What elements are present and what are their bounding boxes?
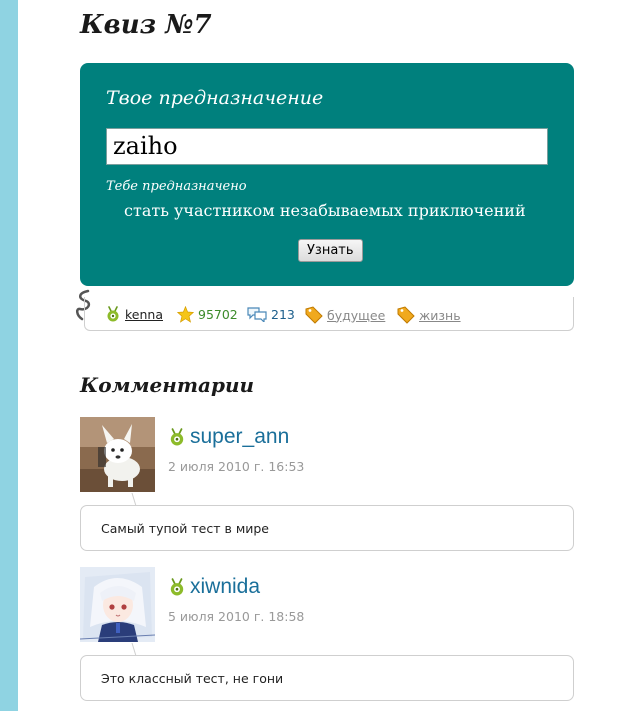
comment-author-name[interactable]: super_ann xyxy=(190,425,289,449)
quiz-question: Твое предназначение xyxy=(106,87,324,109)
quiz-meta-bar: kenna 95702 213 будущее жизнь xyxy=(84,297,574,331)
avatar-image xyxy=(80,417,155,492)
quiz-panel: Твое предназначение zaiho Тебе предназна… xyxy=(80,63,574,286)
comments-count-value[interactable]: 213 xyxy=(271,307,295,322)
rating-value: 95702 xyxy=(198,307,238,322)
avatar[interactable] xyxy=(80,567,155,642)
side-stripe xyxy=(0,0,18,711)
comment-date: 5 июля 2010 г. 18:58 xyxy=(168,609,305,624)
tag-icon xyxy=(305,306,323,324)
comment-text: Самый тупой тест в мире xyxy=(101,521,269,536)
name-input[interactable]: zaiho xyxy=(106,128,548,165)
author-link[interactable]: kenna xyxy=(105,306,163,322)
comments-icon xyxy=(247,307,267,322)
rating: 95702 xyxy=(177,306,238,323)
avatar-image xyxy=(80,567,155,642)
user-icon xyxy=(107,306,119,322)
tag-link[interactable]: жизнь xyxy=(397,306,461,324)
comment-author[interactable]: super_ann xyxy=(168,425,289,449)
page-title: Квиз №7 xyxy=(80,10,212,40)
comment-date: 2 июля 2010 г. 16:53 xyxy=(168,459,305,474)
comments-heading: Комментарии xyxy=(80,373,255,397)
tag-icon xyxy=(397,306,415,324)
tag-link[interactable]: будущее xyxy=(305,306,385,324)
result-label: Тебе предназначено xyxy=(106,179,247,194)
star-icon xyxy=(177,306,194,323)
comments-count[interactable]: 213 xyxy=(247,306,295,322)
submit-button[interactable]: Узнать xyxy=(298,239,363,262)
comment-bubble: Самый тупой тест в мире xyxy=(80,505,574,551)
user-icon xyxy=(170,428,184,446)
comment-text: Это классный тест, не гони xyxy=(101,671,284,686)
user-icon xyxy=(170,578,184,596)
comment-bubble: Это классный тест, не гони xyxy=(80,655,574,701)
comment-author[interactable]: xiwnida xyxy=(168,575,260,599)
author-name[interactable]: kenna xyxy=(125,307,163,322)
avatar[interactable] xyxy=(80,417,155,492)
tag-label[interactable]: будущее xyxy=(327,308,385,323)
tag-label[interactable]: жизнь xyxy=(419,308,461,323)
comment-author-name[interactable]: xiwnida xyxy=(190,575,260,599)
result-text: стать участником незабываемых приключени… xyxy=(124,201,526,220)
